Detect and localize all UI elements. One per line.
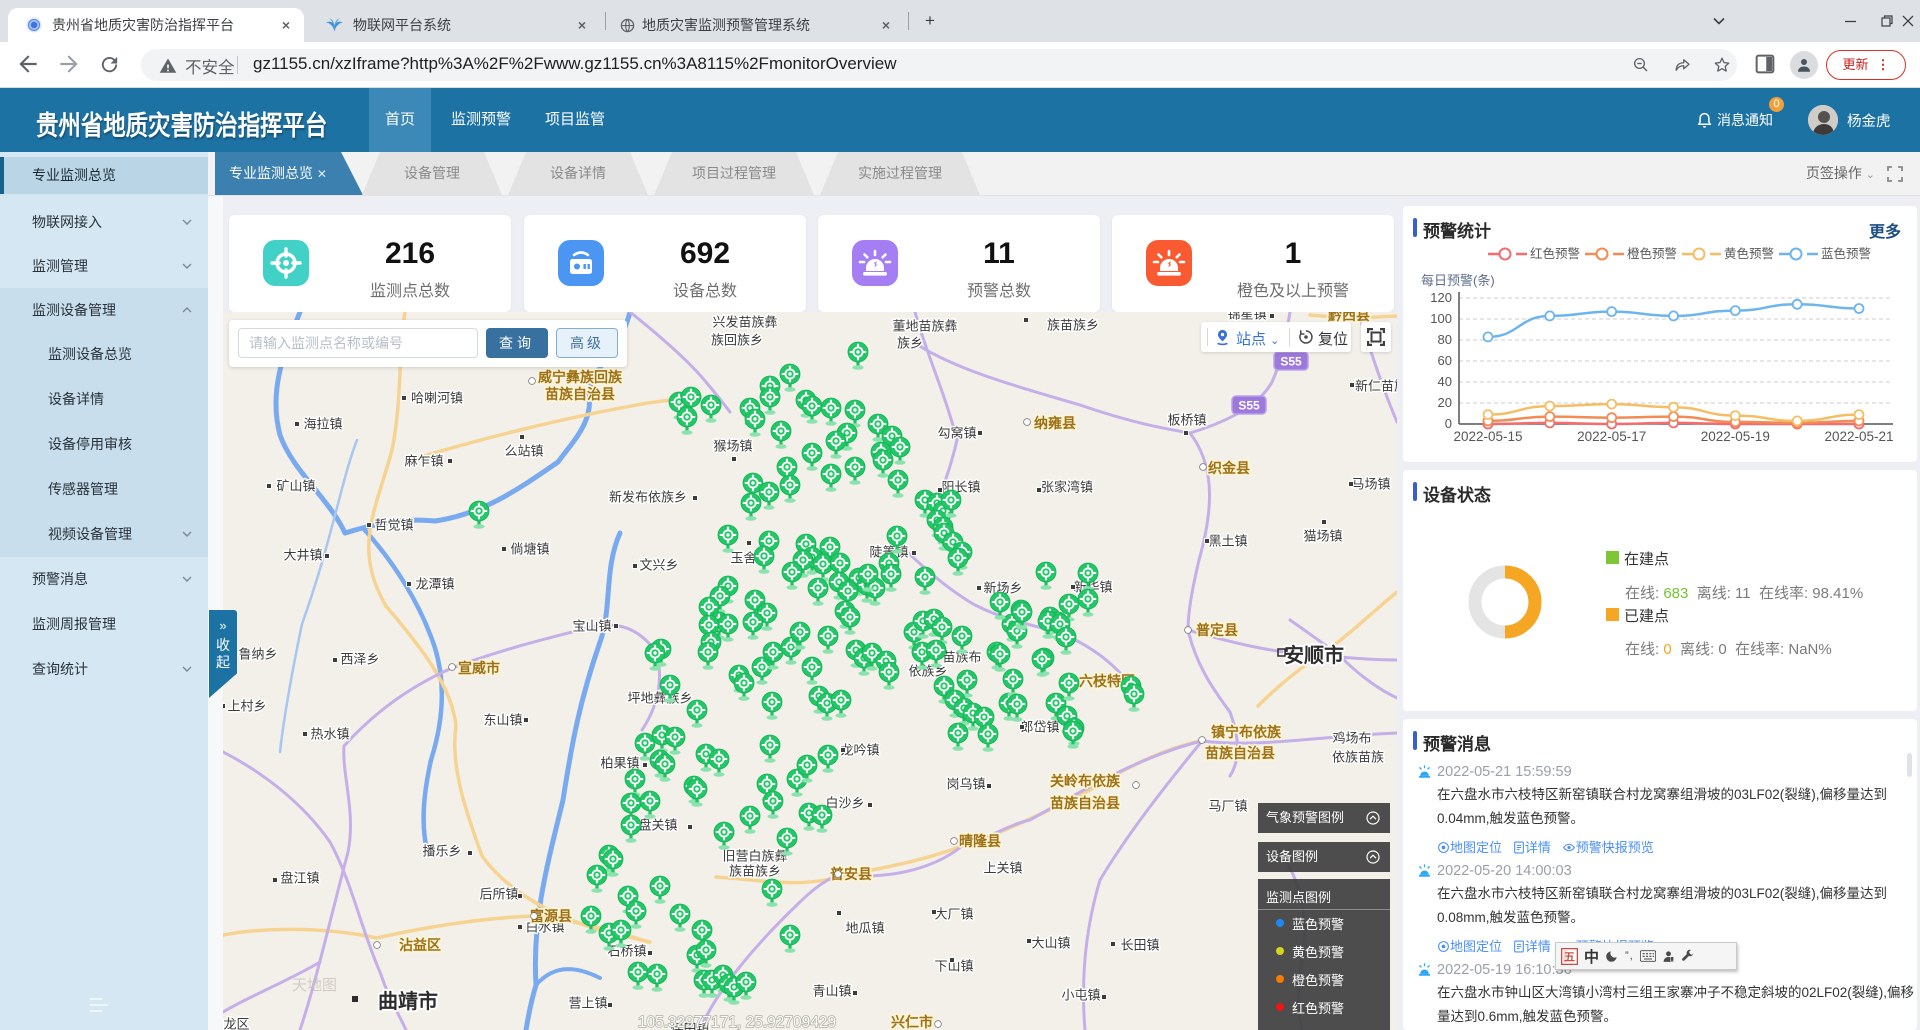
svg-text:板桥镇: 板桥镇 <box>1167 413 1206 428</box>
svg-text:石桥镇: 石桥镇 <box>607 944 646 959</box>
svg-text:安顺市: 安顺市 <box>1284 643 1344 667</box>
svg-text:岗乌镇: 岗乌镇 <box>946 777 985 792</box>
svg-text:S55: S55 <box>1238 399 1260 413</box>
svg-text:40: 40 <box>1438 374 1452 389</box>
svg-text:地瓜镇: 地瓜镇 <box>845 921 884 936</box>
svg-text:蓝色预警: 蓝色预警 <box>1821 246 1871 261</box>
svg-text:族回族乡: 族回族乡 <box>711 333 763 348</box>
svg-text:族苗族乡: 族苗族乡 <box>729 864 781 879</box>
svg-text:族苗族乡: 族苗族乡 <box>1047 318 1099 333</box>
svg-text:80: 80 <box>1438 332 1452 347</box>
svg-text:2022-05-19: 2022-05-19 <box>1701 429 1770 444</box>
svg-text:兴发苗族彝: 兴发苗族彝 <box>712 315 777 330</box>
svg-text:黑土镇: 黑土镇 <box>1208 534 1247 549</box>
svg-text:麻乍镇: 麻乍镇 <box>404 454 443 469</box>
svg-text:2022-05-15: 2022-05-15 <box>1453 429 1522 444</box>
svg-text:红色预警: 红色预警 <box>1530 246 1580 261</box>
svg-text:郎岱镇: 郎岱镇 <box>1020 720 1059 735</box>
svg-text:猫场镇: 猫场镇 <box>1303 529 1342 544</box>
svg-text:龙潭镇: 龙潭镇 <box>415 577 454 592</box>
svg-text:长田镇: 长田镇 <box>1120 938 1159 953</box>
svg-text:矿山镇: 矿山镇 <box>276 479 315 494</box>
svg-text:柏果镇: 柏果镇 <box>600 756 639 771</box>
svg-text:旧营白族彝: 旧营白族彝 <box>722 849 787 864</box>
svg-text:董地苗族彝: 董地苗族彝 <box>892 319 957 334</box>
svg-text:鲁纳乡: 鲁纳乡 <box>238 647 277 662</box>
svg-text:苗族自治县: 苗族自治县 <box>545 386 615 402</box>
svg-text:大厂镇: 大厂镇 <box>934 907 973 922</box>
svg-text:织金县: 织金县 <box>1208 460 1250 476</box>
svg-text:热水镇: 热水镇 <box>310 727 349 742</box>
svg-text:白沙乡: 白沙乡 <box>825 796 864 811</box>
svg-text:曲靖市: 曲靖市 <box>378 989 438 1013</box>
svg-text:上村乡: 上村乡 <box>227 699 266 714</box>
svg-text:20: 20 <box>1438 395 1452 410</box>
svg-text:播乐乡: 播乐乡 <box>422 844 461 859</box>
svg-text:盘江镇: 盘江镇 <box>280 871 319 886</box>
svg-text:100: 100 <box>1430 311 1452 326</box>
svg-text:大井镇: 大井镇 <box>283 548 322 563</box>
svg-text:马厂镇: 马厂镇 <box>1208 799 1247 814</box>
svg-text:镇宁布依族: 镇宁布依族 <box>1211 724 1282 740</box>
svg-text:橙色预警: 橙色预警 <box>1627 246 1677 261</box>
svg-text:兴仁市: 兴仁市 <box>891 1014 933 1030</box>
svg-text:上关镇: 上关镇 <box>983 861 1022 876</box>
svg-text:哈喇河镇: 哈喇河镇 <box>411 391 463 406</box>
svg-text:普定县: 普定县 <box>1196 622 1238 638</box>
svg-text:锦星镇: 锦星镇 <box>1227 312 1266 322</box>
svg-text:60: 60 <box>1438 353 1452 368</box>
svg-text:族乡: 族乡 <box>897 336 923 351</box>
svg-text:S55: S55 <box>1280 355 1302 369</box>
svg-text:张家湾镇: 张家湾镇 <box>1041 480 1093 495</box>
svg-text:120: 120 <box>1430 290 1452 305</box>
svg-text:青山镇: 青山镇 <box>812 984 851 999</box>
svg-text:晴隆县: 晴隆县 <box>959 833 1001 849</box>
svg-text:坪地彝族乡: 坪地彝族乡 <box>627 691 692 706</box>
svg-text:马龙区: 马龙区 <box>223 1017 250 1030</box>
svg-text:黄色预警: 黄色预警 <box>1724 246 1774 261</box>
svg-text:鸡场布: 鸡场布 <box>1332 731 1371 746</box>
svg-text:依族苗族: 依族苗族 <box>1332 750 1384 765</box>
svg-text:营上镇: 营上镇 <box>568 996 607 1011</box>
svg-text:2022-05-17: 2022-05-17 <box>1577 429 1646 444</box>
svg-text:勾窝镇: 勾窝镇 <box>937 426 976 441</box>
svg-text:小屯镇: 小屯镇 <box>1061 988 1100 1003</box>
svg-text:天地图: 天地图 <box>292 977 337 994</box>
svg-text:苗族自治县: 苗族自治县 <box>1050 795 1120 811</box>
svg-text:关岭布依族: 关岭布依族 <box>1050 773 1121 789</box>
svg-text:东山镇: 东山镇 <box>483 713 522 728</box>
svg-text:新发布依族乡: 新发布依族乡 <box>609 490 687 505</box>
svg-text:西泽乡: 西泽乡 <box>340 652 379 667</box>
svg-text:海拉镇: 海拉镇 <box>303 417 342 432</box>
svg-text:龙吟镇: 龙吟镇 <box>840 743 879 758</box>
svg-text:0: 0 <box>1445 416 1452 431</box>
svg-text:盘关镇: 盘关镇 <box>638 818 677 833</box>
svg-text:么站镇: 么站镇 <box>504 444 543 459</box>
svg-text:宣威市: 宣威市 <box>458 660 500 676</box>
svg-text:105.32977171, 25.92709429: 105.32977171, 25.92709429 <box>638 1014 836 1030</box>
svg-text:后所镇: 后所镇 <box>479 887 518 902</box>
svg-text:每日预警(条): 每日预警(条) <box>1421 273 1495 288</box>
svg-text:哲觉镇: 哲觉镇 <box>374 518 413 533</box>
svg-text:猴场镇: 猴场镇 <box>713 439 752 454</box>
svg-text:倘塘镇: 倘塘镇 <box>510 542 549 557</box>
svg-text:宝山镇: 宝山镇 <box>572 619 611 634</box>
svg-text:文兴乡: 文兴乡 <box>639 558 678 573</box>
svg-text:大山镇: 大山镇 <box>1031 936 1070 951</box>
svg-text:马场镇: 马场镇 <box>1351 477 1390 492</box>
svg-text:2022-05-21: 2022-05-21 <box>1824 429 1893 444</box>
svg-text:沾益区: 沾益区 <box>399 937 441 953</box>
svg-text:苗族自治县: 苗族自治县 <box>1205 745 1275 761</box>
svg-text:纳雍县: 纳雍县 <box>1034 415 1076 431</box>
svg-text:新仁苗族: 新仁苗族 <box>1355 379 1397 394</box>
svg-text:威宁彝族回族: 威宁彝族回族 <box>538 369 623 385</box>
